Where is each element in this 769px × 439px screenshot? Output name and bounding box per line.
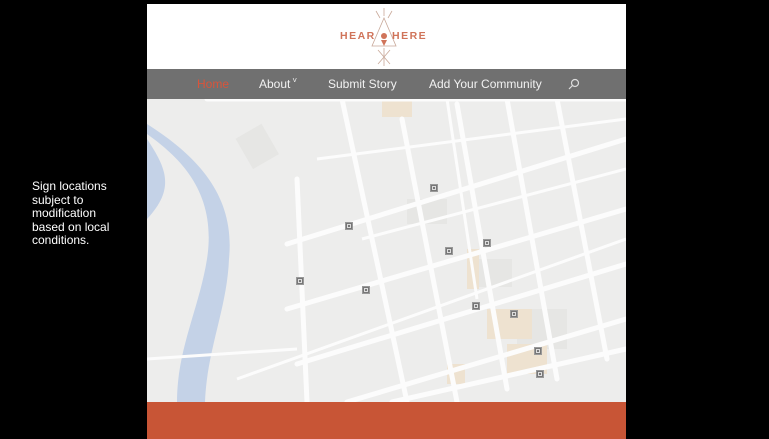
sign-marker[interactable] bbox=[445, 247, 453, 255]
site-logo[interactable]: HEAR HERE bbox=[332, 6, 437, 68]
map-streets bbox=[147, 99, 626, 402]
logo-here-text: HERE bbox=[392, 30, 428, 42]
sign-marker[interactable] bbox=[534, 347, 542, 355]
sign-marker[interactable] bbox=[536, 370, 544, 378]
site-header: HEAR HERE bbox=[147, 4, 626, 69]
site-footer bbox=[147, 402, 626, 439]
side-note: Sign locations subject to modification b… bbox=[32, 179, 110, 247]
sign-marker[interactable] bbox=[483, 239, 491, 247]
nav-home[interactable]: Home bbox=[197, 77, 229, 91]
website-page: HEAR HERE Home About ˅ Submit Story Add Y… bbox=[147, 4, 626, 439]
nav-about-label: About bbox=[259, 77, 291, 91]
sign-marker[interactable] bbox=[472, 302, 480, 310]
sign-marker[interactable] bbox=[296, 277, 304, 285]
nav-about[interactable]: About ˅ bbox=[259, 76, 298, 91]
sign-marker[interactable] bbox=[345, 222, 353, 230]
search-icon[interactable] bbox=[568, 78, 580, 90]
nav-submit-story[interactable]: Submit Story bbox=[328, 77, 397, 91]
nav-add-your-community[interactable]: Add Your Community bbox=[429, 77, 542, 91]
sign-marker[interactable] bbox=[430, 184, 438, 192]
logo-hear-text: HEAR bbox=[340, 30, 376, 42]
main-navigation: Home About ˅ Submit Story Add Your Commun… bbox=[147, 69, 626, 99]
sign-locations-map[interactable] bbox=[147, 99, 626, 402]
sign-marker[interactable] bbox=[362, 286, 370, 294]
sign-marker[interactable] bbox=[510, 310, 518, 318]
chevron-down-icon: ˅ bbox=[292, 76, 298, 85]
